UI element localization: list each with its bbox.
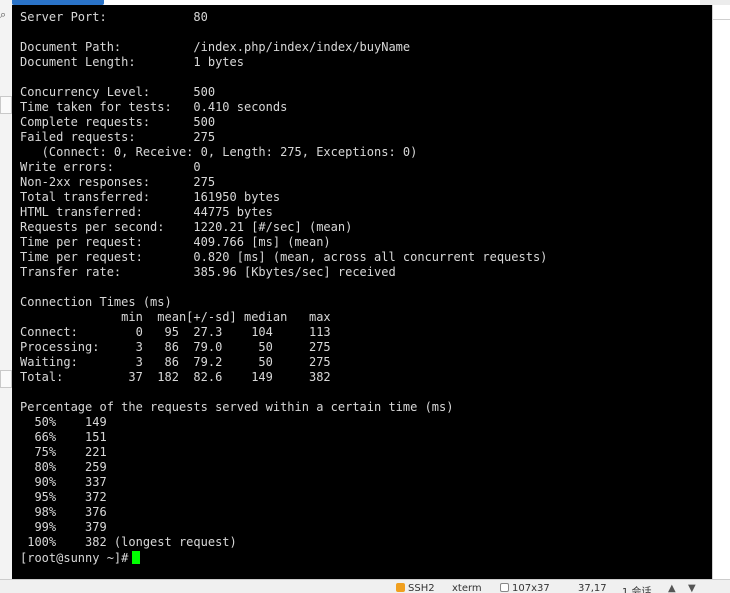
grid-icon [500, 583, 509, 592]
terminal-line: 50% 149 [20, 415, 107, 429]
terminal-line: Time per request: 409.766 [ms] (mean) [20, 235, 331, 249]
shell-prompt: [root@sunny ~]# [20, 550, 129, 565]
terminal-line: Connection Times (ms) [20, 295, 172, 309]
search-icon[interactable]: ⌕ [0, 8, 6, 22]
panel-tab-marker[interactable] [0, 370, 12, 388]
terminal-line: Complete requests: 500 [20, 115, 216, 129]
panel-tab-marker[interactable] [0, 96, 12, 114]
terminal-line: 90% 337 [20, 475, 107, 489]
terminal-line: min mean[+/-sd] median max [20, 310, 331, 324]
terminal-line: Percentage of the requests served within… [20, 400, 454, 414]
terminal-line: HTML transferred: 44775 bytes [20, 205, 273, 219]
terminal-prompt-line[interactable]: [root@sunny ~]# [12, 550, 712, 565]
terminal-line: Total: 37 182 82.6 149 382 [20, 370, 331, 384]
terminal-line: 75% 221 [20, 445, 107, 459]
terminal-line: Server Port: 80 [20, 10, 208, 24]
terminal-line: Concurrency Level: 500 [20, 85, 216, 99]
terminal-line: Non-2xx responses: 275 [20, 175, 216, 189]
terminal-line: Connect: 0 95 27.3 104 113 [20, 325, 331, 339]
terminal-line: Time per request: 0.820 [ms] (mean, acro… [20, 250, 548, 264]
terminal-line: Document Path: /index.php/index/index/bu… [20, 40, 411, 54]
terminal-cursor [132, 551, 141, 564]
terminal-line: 66% 151 [20, 430, 107, 444]
terminal-line: Waiting: 3 86 79.2 50 275 [20, 355, 331, 369]
status-bar: SSH2 xterm 107x37 37,17 1 会话 ▲ ▼ [0, 579, 730, 593]
terminal-line: Document Length: 1 bytes [20, 55, 244, 69]
terminal-line: Requests per second: 1220.21 [#/sec] (me… [20, 220, 353, 234]
terminal-line: Time taken for tests: 0.410 seconds [20, 100, 288, 114]
terminal-line: Total transferred: 161950 bytes [20, 190, 281, 204]
terminal-line: 98% 376 [20, 505, 107, 519]
terminal-line: 80% 259 [20, 460, 107, 474]
panel-divider [713, 19, 730, 20]
right-side-panel [712, 5, 730, 579]
terminal-output: Server Port: 80 Document Path: /index.php… [12, 5, 712, 550]
terminal-window[interactable]: Server Port: 80 Document Path: /index.php… [12, 5, 712, 579]
terminal-line: 100% 382 (longest request) [20, 535, 237, 549]
terminal-line: Transfer rate: 385.96 [Kbytes/sec] recei… [20, 265, 396, 279]
terminal-line: Processing: 3 86 79.0 50 275 [20, 340, 331, 354]
terminal-line: Write errors: 0 [20, 160, 201, 174]
terminal-line: 95% 372 [20, 490, 107, 504]
terminal-line: Failed requests: 275 [20, 130, 216, 144]
terminal-line: (Connect: 0, Receive: 0, Length: 275, Ex… [20, 145, 418, 159]
lock-icon [396, 583, 405, 592]
terminal-line: 99% 379 [20, 520, 107, 534]
